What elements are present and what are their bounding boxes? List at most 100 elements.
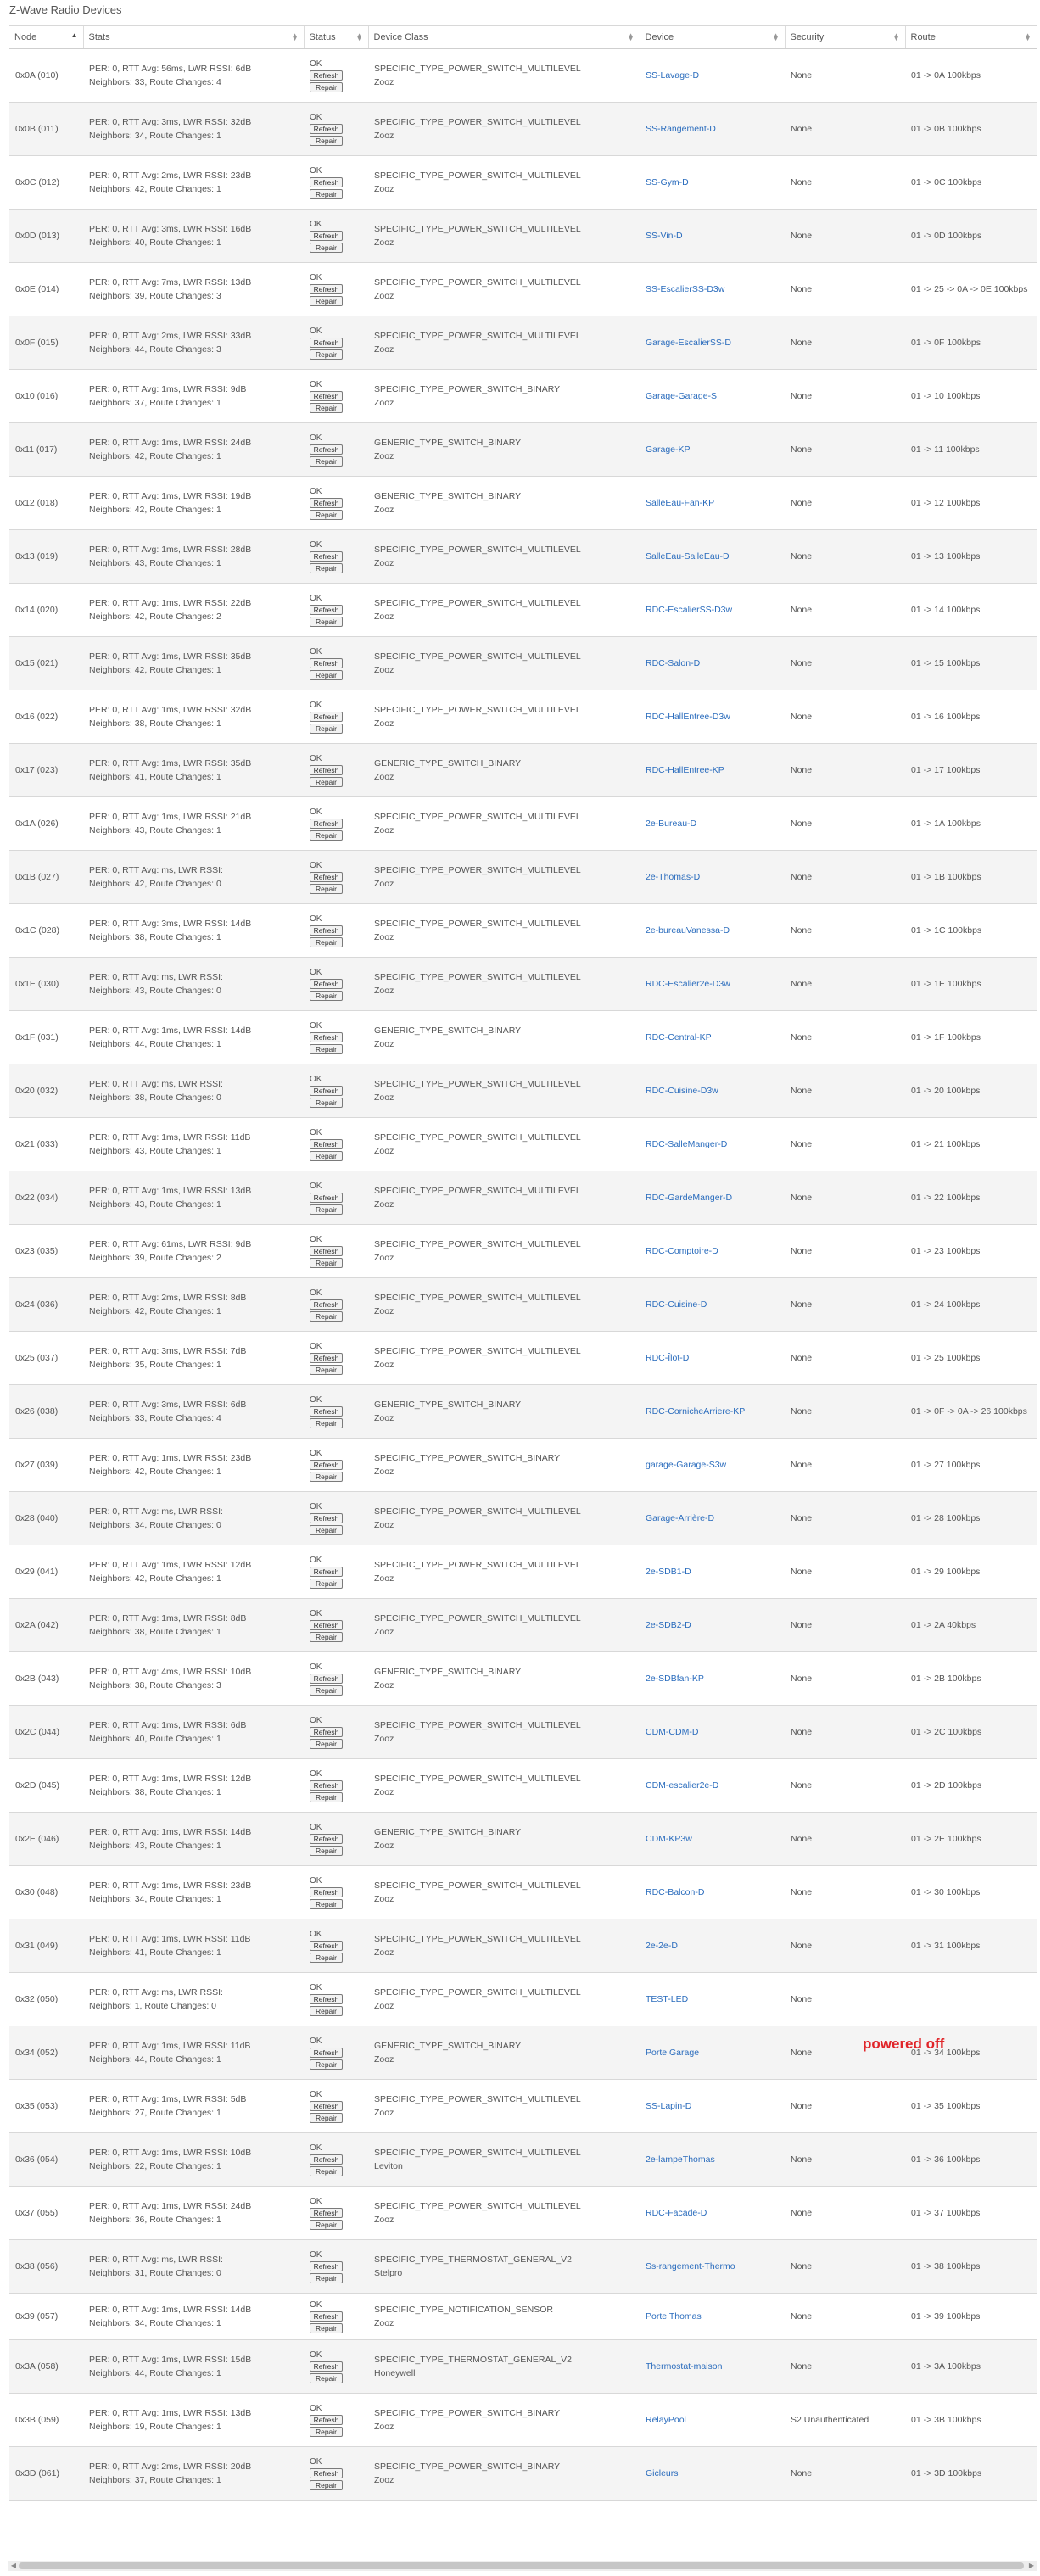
- device-link[interactable]: RDC-EscalierSS-D3w: [646, 605, 732, 615]
- refresh-button[interactable]: Refresh: [310, 1833, 343, 1844]
- repair-button[interactable]: Repair: [310, 81, 343, 92]
- repair-button[interactable]: Repair: [310, 776, 343, 787]
- repair-button[interactable]: Repair: [310, 455, 343, 467]
- device-link[interactable]: RelayPool: [646, 2415, 686, 2425]
- repair-button[interactable]: Repair: [310, 2372, 343, 2383]
- refresh-button[interactable]: Refresh: [310, 337, 343, 348]
- repair-button[interactable]: Repair: [310, 242, 343, 253]
- device-link[interactable]: Porte Thomas: [646, 2311, 702, 2322]
- device-link[interactable]: 2e-SDBfan-KP: [646, 1674, 704, 1684]
- repair-button[interactable]: Repair: [310, 1097, 343, 1108]
- device-link[interactable]: RDC-Facade-D: [646, 2208, 707, 2218]
- device-link[interactable]: RDC-CornicheArriere-KP: [646, 1406, 745, 1417]
- column-header-route[interactable]: Route ▲ ▼: [905, 26, 1037, 49]
- repair-button[interactable]: Repair: [310, 2426, 343, 2437]
- device-link[interactable]: Garage-EscalierSS-D: [646, 338, 731, 348]
- device-link[interactable]: RDC-Cuisine-D: [646, 1299, 707, 1310]
- repair-button[interactable]: Repair: [310, 883, 343, 894]
- device-link[interactable]: 2e-Thomas-D: [646, 872, 700, 882]
- device-link[interactable]: SS-EscalierSS-D3w: [646, 284, 724, 294]
- repair-button[interactable]: Repair: [310, 2005, 343, 2016]
- repair-button[interactable]: Repair: [310, 2272, 343, 2283]
- device-link[interactable]: 2e-bureauVanessa-D: [646, 925, 730, 936]
- refresh-button[interactable]: Refresh: [310, 70, 343, 81]
- refresh-button[interactable]: Refresh: [310, 1726, 343, 1737]
- device-link[interactable]: SS-Lapin-D: [646, 2101, 691, 2111]
- device-link[interactable]: Ss-rangement-Thermo: [646, 2261, 735, 2271]
- repair-button[interactable]: Repair: [310, 402, 343, 413]
- device-link[interactable]: RDC-SalleManger-D: [646, 1139, 727, 1149]
- refresh-button[interactable]: Refresh: [310, 925, 343, 936]
- device-link[interactable]: Garage-KP: [646, 444, 691, 455]
- refresh-button[interactable]: Refresh: [310, 1138, 343, 1149]
- device-link[interactable]: 2e-Bureau-D: [646, 819, 696, 829]
- repair-button[interactable]: Repair: [310, 1898, 343, 1909]
- refresh-button[interactable]: Refresh: [310, 1673, 343, 1684]
- device-link[interactable]: 2e-SDB1-D: [646, 1567, 691, 1577]
- refresh-button[interactable]: Refresh: [310, 871, 343, 882]
- refresh-button[interactable]: Refresh: [310, 176, 343, 187]
- repair-button[interactable]: Repair: [310, 1310, 343, 1322]
- device-link[interactable]: RDC-Cuisine-D3w: [646, 1086, 718, 1096]
- repair-button[interactable]: Repair: [310, 1791, 343, 1802]
- repair-button[interactable]: Repair: [310, 2059, 343, 2070]
- repair-button[interactable]: Repair: [310, 936, 343, 947]
- repair-button[interactable]: Repair: [310, 509, 343, 520]
- refresh-button[interactable]: Refresh: [310, 1993, 343, 2004]
- repair-button[interactable]: Repair: [310, 188, 343, 199]
- refresh-button[interactable]: Refresh: [310, 1886, 343, 1897]
- device-link[interactable]: RDC-Comptoire-D: [646, 1246, 718, 1256]
- refresh-button[interactable]: Refresh: [310, 1619, 343, 1630]
- repair-button[interactable]: Repair: [310, 1204, 343, 1215]
- repair-button[interactable]: Repair: [310, 349, 343, 360]
- column-header-status[interactable]: Status ▲ ▼: [304, 26, 369, 49]
- repair-button[interactable]: Repair: [310, 990, 343, 1001]
- repair-button[interactable]: Repair: [310, 1524, 343, 1535]
- column-header-stats[interactable]: Stats ▲ ▼: [83, 26, 305, 49]
- device-link[interactable]: SS-Vin-D: [646, 231, 683, 241]
- repair-button[interactable]: Repair: [310, 2219, 343, 2230]
- repair-button[interactable]: Repair: [310, 1845, 343, 1856]
- refresh-button[interactable]: Refresh: [310, 283, 343, 294]
- device-link[interactable]: garage-Garage-S3w: [646, 1460, 726, 1470]
- device-link[interactable]: 2e-2e-D: [646, 1941, 678, 1951]
- scroll-right-icon[interactable]: ▶: [1026, 2561, 1037, 2571]
- refresh-button[interactable]: Refresh: [310, 2260, 343, 2271]
- refresh-button[interactable]: Refresh: [310, 2467, 343, 2478]
- device-link[interactable]: SalleEau-SalleEau-D: [646, 551, 730, 562]
- refresh-button[interactable]: Refresh: [310, 1566, 343, 1577]
- repair-button[interactable]: Repair: [310, 669, 343, 680]
- repair-button[interactable]: Repair: [310, 616, 343, 627]
- device-link[interactable]: Gicleurs: [646, 2468, 679, 2478]
- refresh-button[interactable]: Refresh: [310, 2154, 343, 2165]
- refresh-button[interactable]: Refresh: [310, 2100, 343, 2111]
- device-link[interactable]: 2e-lampeThomas: [646, 2154, 715, 2165]
- refresh-button[interactable]: Refresh: [310, 1031, 343, 1042]
- refresh-button[interactable]: Refresh: [310, 2414, 343, 2425]
- repair-button[interactable]: Repair: [310, 1631, 343, 1642]
- device-link[interactable]: RDC-HallEntree-KP: [646, 765, 724, 775]
- device-link[interactable]: RDC-Balcon-D: [646, 1887, 704, 1897]
- refresh-button[interactable]: Refresh: [310, 1245, 343, 1256]
- device-link[interactable]: RDC-HallEntree-D3w: [646, 712, 730, 722]
- column-header-device-class[interactable]: Device Class ▲ ▼: [368, 26, 640, 49]
- device-link[interactable]: RDC-Escalier2e-D3w: [646, 979, 730, 989]
- device-link[interactable]: CDM-KP3w: [646, 1834, 692, 1844]
- refresh-button[interactable]: Refresh: [310, 2207, 343, 2218]
- device-link[interactable]: RDC-Îlot-D: [646, 1353, 689, 1363]
- refresh-button[interactable]: Refresh: [310, 1085, 343, 1096]
- repair-button[interactable]: Repair: [310, 1417, 343, 1428]
- repair-button[interactable]: Repair: [310, 1471, 343, 1482]
- refresh-button[interactable]: Refresh: [310, 1512, 343, 1523]
- repair-button[interactable]: Repair: [310, 1150, 343, 1161]
- refresh-button[interactable]: Refresh: [310, 818, 343, 829]
- device-link[interactable]: Garage-Arrière-D: [646, 1513, 714, 1523]
- device-link[interactable]: RDC-GardeManger-D: [646, 1193, 732, 1203]
- repair-button[interactable]: Repair: [310, 2479, 343, 2490]
- repair-button[interactable]: Repair: [310, 2322, 343, 2333]
- refresh-button[interactable]: Refresh: [310, 764, 343, 775]
- refresh-button[interactable]: Refresh: [310, 604, 343, 615]
- repair-button[interactable]: Repair: [310, 135, 343, 146]
- device-link[interactable]: Thermostat-maison: [646, 2361, 722, 2372]
- repair-button[interactable]: Repair: [310, 1685, 343, 1696]
